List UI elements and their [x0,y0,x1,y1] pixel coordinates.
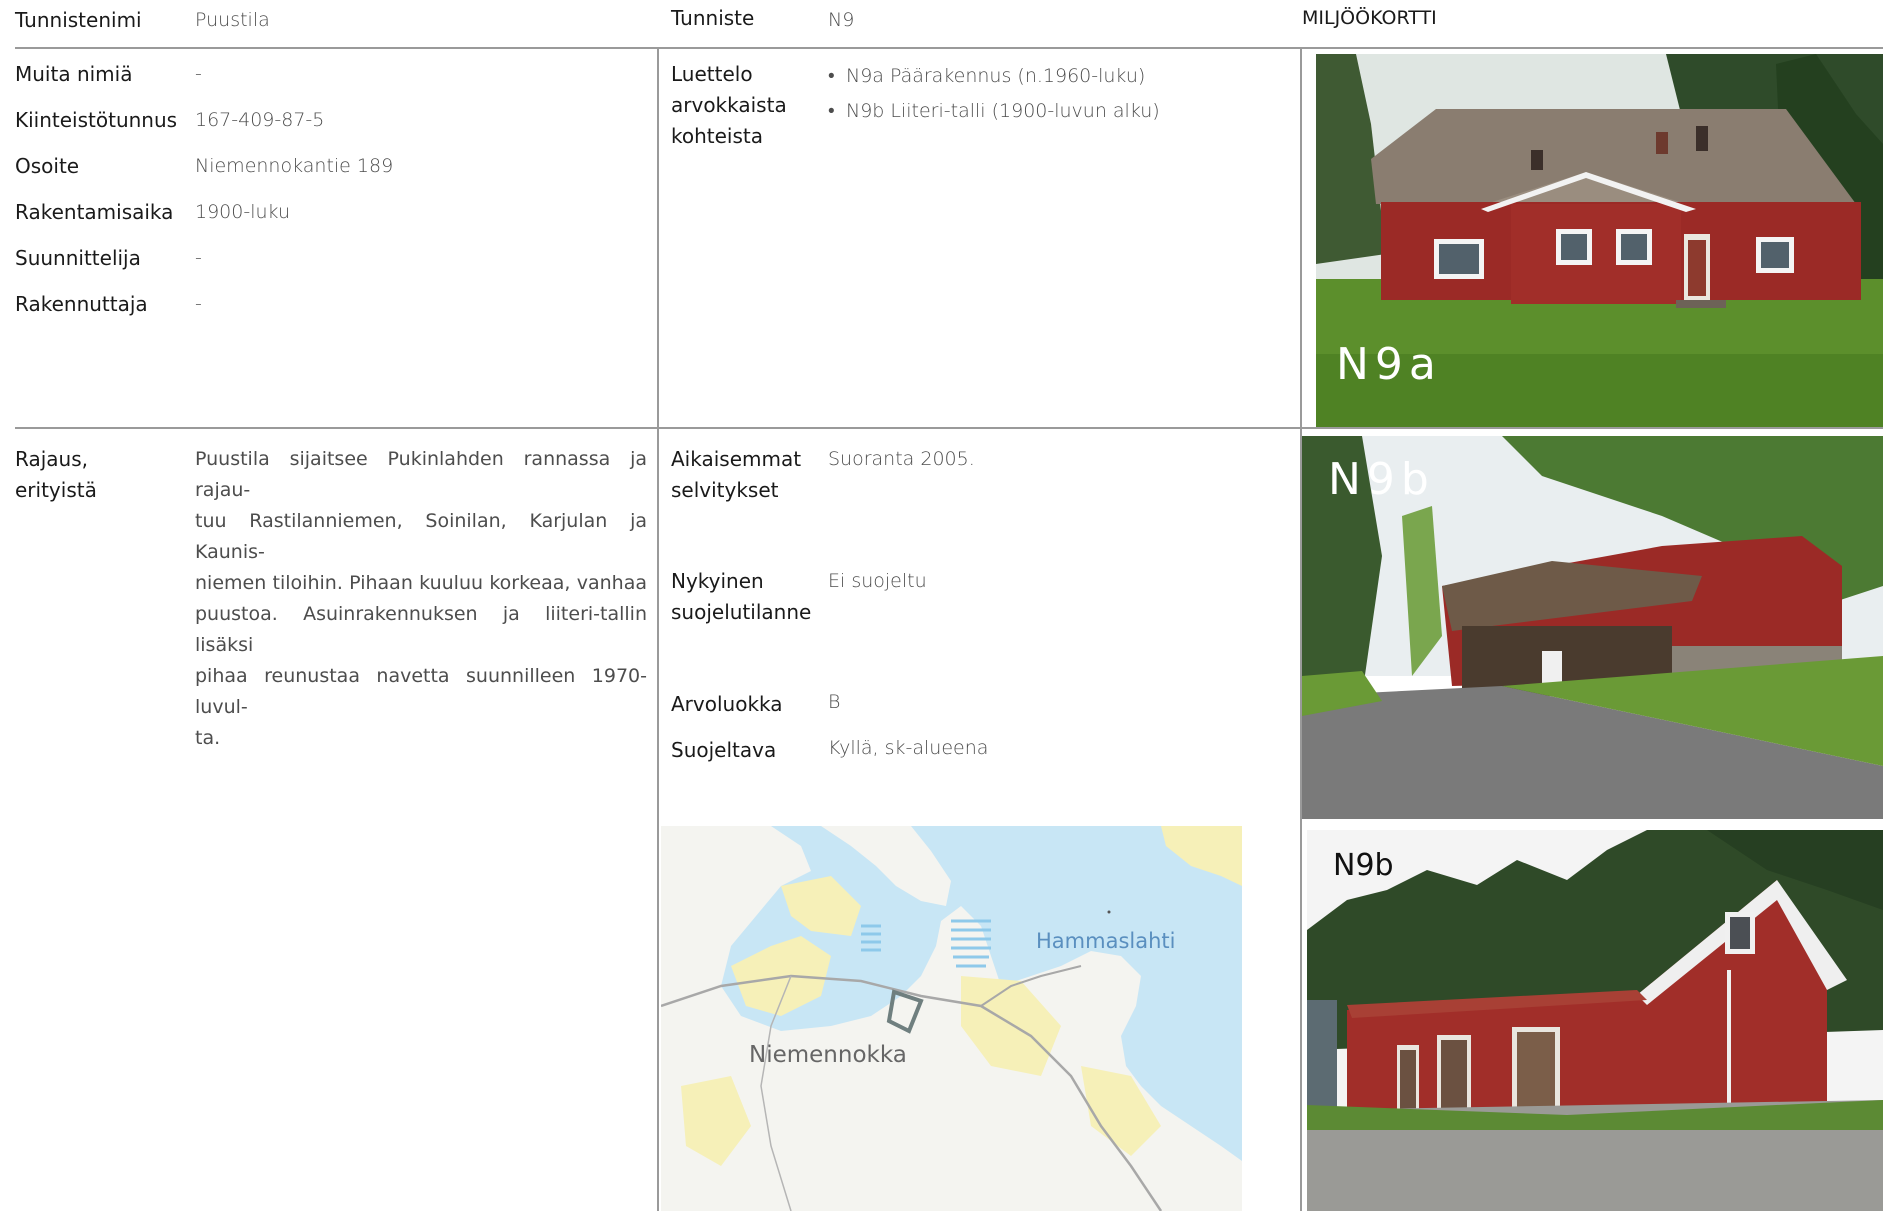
photo-main-building: N9a [1316,54,1883,427]
photo-woodshed: N9b [1302,436,1883,819]
info-label: Osoite [15,154,80,178]
objects-label-line: Luettelo [671,62,753,86]
photo-caption-n9b-1: N9b [1328,454,1435,505]
map-svg: Hammaslahti Niemennokka [661,826,1242,1211]
object-item: N9b Liiteri-talli (1900-luvun alku) [828,94,1160,129]
boundary-line: puustoa. Asuinrakennuksen ja liiteri-tal… [195,603,647,656]
objects-label-line: arvokkaista [671,93,787,117]
info-value: 167-409-87-5 [195,109,325,131]
boundary-line: niemen tiloihin. Pihaan kuuluu korkeaa, … [195,572,647,594]
objects-label-line: kohteista [671,124,764,148]
boundary-line: pihaa reunustaa navetta suunnilleen 1970… [195,665,647,718]
id-value: N9 [828,9,855,31]
value-class-label: Arvoluokka [671,692,783,716]
prior-value: Suoranta 2005. [828,448,975,470]
info-label: Kiinteistötunnus [15,108,178,132]
card-label: MILJÖÖKORTTI [1302,7,1437,29]
photo-barn: N9b [1307,830,1883,1211]
info-value: - [195,293,202,315]
name-label: Tunnistenimi [15,8,142,32]
info-label: Suunnittelija [15,246,141,270]
info-labels: Muita nimiä Kiinteistötunnus Osoite Rake… [15,59,177,335]
boundary-line: tuu Rastilanniemen, Soinilan, Karjulan j… [195,510,647,563]
prior-label: Aikaisemmat selvitykset [671,444,801,506]
map-label-hammaslahti: Hammaslahti [1036,929,1175,953]
boundary-line: ta. [195,727,221,749]
boundary-label-line: Rajaus, [15,447,88,471]
info-value: Niemennokantie 189 [195,155,394,177]
boundary-label-line: erityistä [15,478,97,502]
info-label: Rakentamisaika [15,200,174,224]
info-label: Muita nimiä [15,62,133,86]
prior-label-line: Aikaisemmat [671,447,802,471]
protected-value: Kyllä, sk-alueena [828,737,989,759]
boundary-line: Puustila sijaitsee Pukinlahden rannassa … [195,448,647,501]
row-divider [15,427,1883,429]
header-divider [15,47,1883,49]
info-label: Rakennuttaja [15,292,148,316]
object-item: N9a Päärakennus (n.1960-luku) [828,59,1160,94]
protection-status-label-line: Nykyinen [671,569,764,593]
info-value: - [195,247,202,269]
name-value: Puustila [195,9,270,31]
info-values: - 167-409-87-5 Niemennokantie 189 1900-l… [195,59,393,335]
value-class-value: B [828,691,841,713]
location-map: Hammaslahti Niemennokka [661,826,1242,1211]
info-value: - [195,63,202,85]
id-label: Tunniste [671,6,755,30]
protection-status-value: Ei suojeltu [828,570,927,592]
column-divider-left [657,48,659,1211]
objects-label: Luettelo arvokkaista kohteista [671,59,787,152]
photo-caption-n9b-2: N9b [1333,848,1394,883]
protection-status-label-line: suojelutilanne [671,600,812,624]
prior-label-line: selvitykset [671,478,779,502]
photo-barn-svg [1307,830,1883,1211]
protection-status-label: Nykyinen suojelutilanne [671,566,811,628]
boundary-text: Puustila sijaitsee Pukinlahden rannassa … [195,444,647,754]
boundary-label: Rajaus, erityistä [15,444,97,506]
objects-list: N9a Päärakennus (n.1960-luku) N9b Liiter… [828,59,1160,129]
info-value: 1900-luku [195,201,290,223]
map-point [1107,910,1111,914]
photo-caption-n9a: N9a [1336,339,1442,390]
map-label-niemennokka: Niemennokka [749,1042,907,1068]
protected-label: Suojeltava [671,738,777,762]
